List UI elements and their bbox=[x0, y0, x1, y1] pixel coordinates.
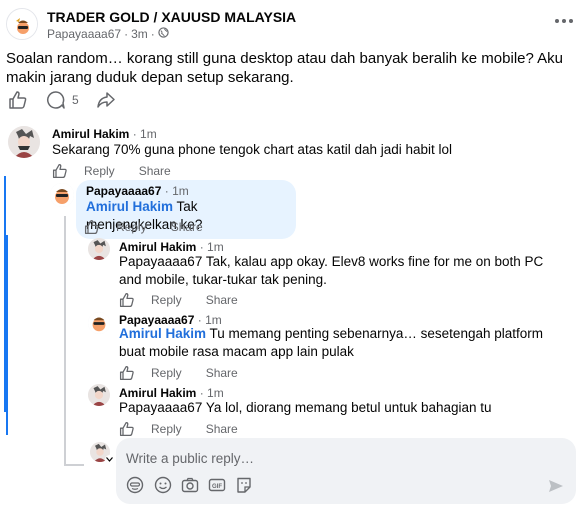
comment-actions: Reply Share bbox=[119, 365, 262, 381]
comment-actions: Reply Share bbox=[119, 421, 262, 437]
comment-text: Amirul Hakim Tu memang penting sebenarny… bbox=[119, 325, 559, 361]
avatar[interactable] bbox=[50, 183, 74, 207]
comment-icon[interactable] bbox=[46, 90, 66, 110]
comment-text: Papayaaaa67 Tak, kalau app okay. Elev8 w… bbox=[119, 254, 544, 287]
reply-link[interactable]: Reply bbox=[151, 366, 182, 380]
sticker-icon[interactable] bbox=[235, 476, 253, 494]
comment-author-name[interactable]: Amirul Hakim bbox=[119, 386, 196, 400]
reply-input[interactable] bbox=[126, 447, 546, 469]
camera-icon[interactable] bbox=[181, 476, 199, 494]
comment-author[interactable]: Amirul Hakim · 1m bbox=[52, 127, 157, 141]
comment-author-name[interactable]: Papayaaaa67 bbox=[86, 184, 161, 198]
reply-link[interactable]: Reply bbox=[151, 293, 182, 307]
comment-text: Papayaaaa67 Ya lol, diorang memang betul… bbox=[119, 400, 492, 415]
share-link[interactable]: Share bbox=[171, 220, 203, 234]
thread-line bbox=[64, 464, 84, 466]
highlight-thread-line bbox=[6, 235, 8, 435]
share-link[interactable]: Share bbox=[206, 293, 238, 307]
avatar-sticker-icon[interactable] bbox=[126, 476, 144, 494]
globe-icon bbox=[158, 27, 169, 41]
share-button[interactable] bbox=[96, 90, 116, 110]
like-icon[interactable] bbox=[84, 219, 100, 235]
reply-composer[interactable]: GIF bbox=[116, 438, 576, 504]
comment-author[interactable]: Amirul Hakim · 1m bbox=[119, 240, 224, 254]
like-button[interactable] bbox=[8, 90, 28, 110]
more-options-icon[interactable] bbox=[552, 14, 576, 28]
share-link[interactable]: Share bbox=[139, 164, 171, 178]
meta-separator: · bbox=[150, 27, 155, 41]
like-icon[interactable] bbox=[8, 90, 28, 110]
meta-separator: · bbox=[124, 27, 129, 41]
svg-text:GIF: GIF bbox=[212, 484, 222, 490]
share-link[interactable]: Share bbox=[206, 366, 238, 380]
comment-time[interactable]: · 1m bbox=[133, 127, 157, 141]
comment-time[interactable]: · 1m bbox=[165, 184, 189, 198]
post-time[interactable]: 3m bbox=[131, 27, 148, 41]
avatar[interactable] bbox=[8, 126, 40, 158]
comment-author[interactable]: Amirul Hakim · 1m bbox=[119, 386, 224, 400]
like-icon[interactable] bbox=[119, 292, 135, 308]
comment-text: Sekarang 70% guna phone tengok chart ata… bbox=[52, 142, 453, 157]
reply-link[interactable]: Reply bbox=[84, 164, 115, 178]
comment-author-name[interactable]: Amirul Hakim bbox=[119, 240, 196, 254]
emoji-icon[interactable] bbox=[154, 476, 172, 494]
thread-line bbox=[64, 216, 66, 466]
share-icon[interactable] bbox=[96, 90, 116, 110]
comment-actions: Reply Share bbox=[84, 219, 227, 235]
reply-link[interactable]: Reply bbox=[116, 220, 147, 234]
share-link[interactable]: Share bbox=[206, 422, 238, 436]
group-name[interactable]: TRADER GOLD / XAUUSD MALAYSIA bbox=[47, 9, 296, 25]
group-avatar[interactable] bbox=[6, 8, 38, 40]
like-icon[interactable] bbox=[119, 365, 135, 381]
post-meta: Papayaaaa67 · 3m · bbox=[47, 27, 169, 41]
like-icon[interactable] bbox=[52, 163, 68, 179]
send-icon[interactable] bbox=[548, 478, 564, 494]
mention-link[interactable]: Amirul Hakim bbox=[86, 199, 173, 214]
comment-time[interactable]: · 1m bbox=[200, 240, 224, 254]
comment-author-name[interactable]: Amirul Hakim bbox=[52, 127, 129, 141]
avatar[interactable] bbox=[88, 238, 110, 260]
post-body: Soalan random… korang still guna desktop… bbox=[6, 50, 564, 86]
reply-link[interactable]: Reply bbox=[151, 422, 182, 436]
gif-icon[interactable]: GIF bbox=[208, 476, 226, 494]
avatar[interactable] bbox=[88, 312, 110, 334]
comment-author[interactable]: Papayaaaa67 · 1m bbox=[86, 184, 286, 198]
avatar[interactable] bbox=[88, 384, 110, 406]
comment-button[interactable]: 5 bbox=[46, 90, 79, 110]
post-author[interactable]: Papayaaaa67 bbox=[47, 27, 121, 41]
mention-link[interactable]: Amirul Hakim bbox=[119, 326, 206, 341]
like-icon[interactable] bbox=[119, 421, 135, 437]
comment-actions: Reply Share bbox=[119, 292, 262, 308]
chevron-down-icon[interactable] bbox=[105, 455, 114, 464]
comment-actions: Reply Share bbox=[52, 163, 195, 179]
comment-count: 5 bbox=[72, 93, 79, 107]
comment-time[interactable]: · 1m bbox=[200, 386, 224, 400]
